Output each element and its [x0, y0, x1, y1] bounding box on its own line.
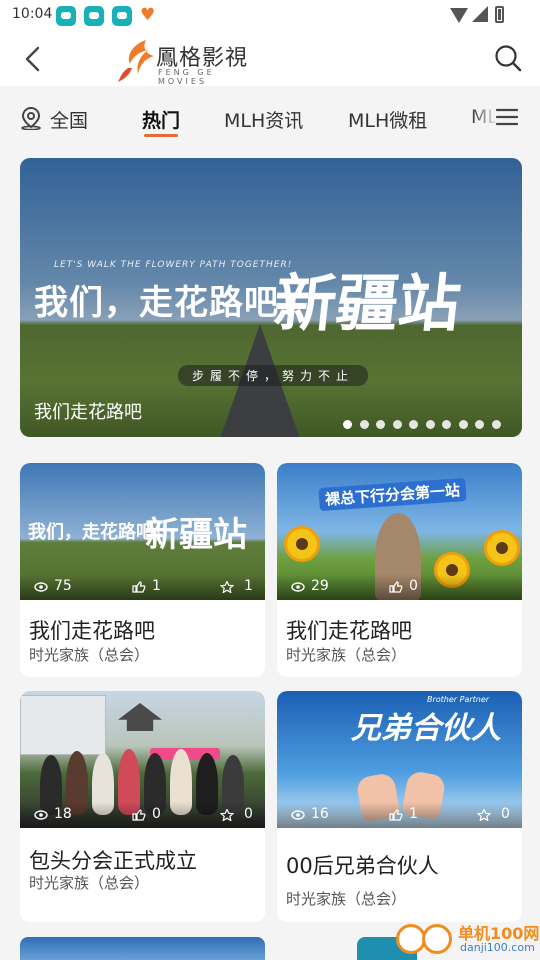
pagination-dot[interactable]: [475, 420, 484, 429]
tab-mlh-news[interactable]: MLH资讯: [224, 106, 303, 133]
pagination-dot[interactable]: [491, 420, 501, 429]
star-icon: [220, 809, 234, 821]
video-stats: 75 1 1: [20, 574, 265, 600]
video-title: 包头分会正式成立: [29, 849, 197, 873]
eye-icon: [291, 582, 305, 592]
view-count: 29: [311, 578, 329, 594]
pagination-dot[interactable]: [425, 420, 435, 429]
view-count: 75: [54, 578, 72, 594]
video-publisher: 时光家族（总会）: [29, 646, 150, 664]
pagination-dot[interactable]: [376, 420, 385, 429]
pagination-dot[interactable]: [392, 420, 402, 429]
watermark-url: danji100.com: [460, 941, 535, 954]
wifi-icon: [450, 8, 468, 23]
app-notification-icon: [56, 6, 76, 26]
pagination-dot[interactable]: [359, 420, 369, 429]
search-icon[interactable]: [494, 44, 522, 72]
favorite-count: 0: [501, 806, 510, 822]
video-publisher: 时光家族（总会）: [286, 646, 407, 664]
phoenix-logo-icon: [118, 40, 154, 82]
thumbnail-text: 兄弟合伙人: [351, 711, 501, 746]
view-count: 18: [54, 806, 72, 822]
view-count: 16: [311, 806, 329, 822]
video-card[interactable]: 我们，走花路吧！ 新疆站 75 1 1 我们走花路吧 时光家族（总会）: [20, 463, 265, 677]
favorite-count: 1: [244, 578, 253, 594]
thumbnail-text: 新疆站: [145, 515, 247, 555]
star-icon: [220, 581, 234, 593]
video-card[interactable]: 18 0 0 包头分会正式成立 时光家族（总会）: [20, 691, 265, 922]
app-header: 鳳格影視 FENG GE MOVIES: [0, 32, 540, 86]
watermark-logo-icon: [422, 924, 452, 954]
pagination-dot[interactable]: [409, 420, 418, 429]
thumbs-up-icon: [389, 581, 403, 593]
eye-icon: [291, 810, 305, 820]
building: [20, 695, 106, 755]
like-count: 0: [409, 578, 418, 594]
status-time: 10:04: [12, 6, 53, 22]
video-publisher: 时光家族（总会）: [286, 890, 407, 908]
video-title: 我们走花路吧: [286, 619, 412, 643]
video-stats: 29 0: [277, 574, 522, 600]
video-card-partial[interactable]: [20, 937, 265, 960]
active-tab-indicator: [144, 134, 178, 137]
banner-overlay-slogan: 步履不停，努力不止: [178, 365, 369, 386]
thumbnail-text: 裸总下行分会第一站: [318, 477, 467, 512]
menu-icon[interactable]: [496, 108, 518, 126]
thumbs-up-icon: [389, 809, 403, 821]
thumbnail-subtext: Brother Partner: [427, 695, 490, 704]
pagination-dot[interactable]: [343, 420, 352, 429]
hero-banner[interactable]: LET'S WALK THE FLOWERY PATH TOGETHER! 我们…: [20, 158, 522, 437]
pavilion: [118, 703, 162, 731]
app-notification-icon: [84, 6, 104, 26]
chevron-left-icon[interactable]: [22, 46, 44, 72]
thumbs-up-icon: [132, 581, 146, 593]
video-thumbnail: 兄弟合伙人 Brother Partner 16 1 0: [277, 691, 522, 828]
video-title: 我们走花路吧: [29, 619, 155, 643]
like-count: 0: [152, 806, 161, 822]
logo-subtitle: FENG GE MOVIES: [158, 68, 215, 86]
category-tabs: 全国 热门 MLH资讯 MLH微租 ML: [0, 86, 540, 148]
video-thumbnail: 我们，走花路吧！ 新疆站 75 1 1: [20, 463, 265, 600]
video-title: 00后兄弟合伙人: [286, 854, 439, 878]
video-thumbnail: 18 0 0: [20, 691, 265, 828]
star-icon: [477, 809, 491, 821]
app-notification-icon: [112, 6, 132, 26]
video-card[interactable]: 裸总下行分会第一站 29 0 我们走花路吧 时光家族（总会）: [277, 463, 522, 677]
favorite-count: 0: [244, 806, 253, 822]
banner-overlay-subtitle: LET'S WALK THE FLOWERY PATH TOGETHER!: [54, 260, 293, 270]
app-logo: 鳳格影視 FENG GE MOVIES: [116, 34, 256, 86]
video-card[interactable]: 兄弟合伙人 Brother Partner 16 1 0 00后兄弟合伙人 时光…: [277, 691, 522, 922]
video-thumbnail: 裸总下行分会第一站 29 0: [277, 463, 522, 600]
tab-mlh-micro-rent[interactable]: MLH微租: [348, 106, 427, 133]
video-stats: 18 0 0: [20, 802, 265, 828]
like-count: 1: [152, 578, 161, 594]
video-publisher: 时光家族（总会）: [29, 874, 150, 892]
banner-overlay-big: 新疆站: [270, 267, 465, 340]
like-count: 1: [409, 806, 418, 822]
video-stats: 16 1 0: [277, 802, 522, 828]
thumbs-up-icon: [132, 809, 146, 821]
tab-hot[interactable]: 热门: [142, 106, 180, 133]
site-watermark: 单机100网 danji100.com: [392, 918, 540, 960]
battery-icon: [495, 6, 504, 23]
signal-icon: [472, 6, 488, 22]
location-pin-icon: [21, 106, 41, 130]
heart-notification-icon: ♥: [140, 5, 156, 25]
pagination-dot[interactable]: [458, 420, 468, 429]
status-bar: 10:04 ♥: [0, 0, 540, 32]
banner-caption: 我们走花路吧: [34, 402, 142, 423]
pagination-dot[interactable]: [442, 420, 451, 429]
eye-icon: [34, 810, 48, 820]
eye-icon: [34, 582, 48, 592]
location-label: 全国: [50, 110, 89, 132]
